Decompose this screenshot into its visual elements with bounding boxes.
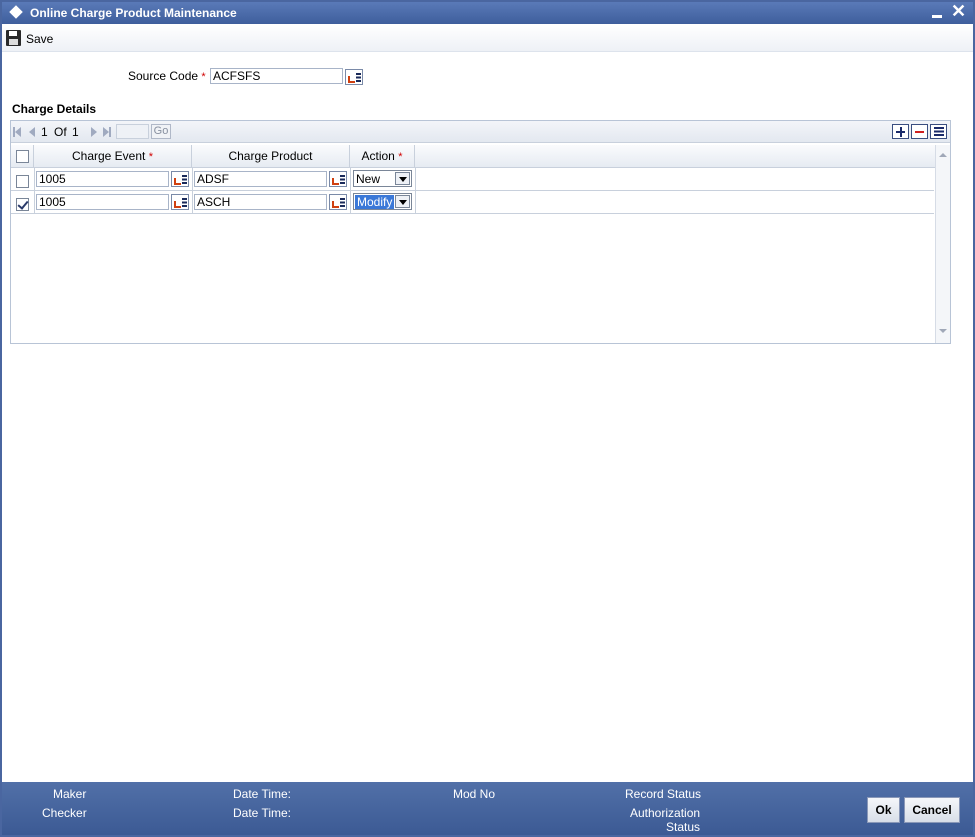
minimize-icon[interactable] — [932, 15, 942, 18]
checker-date-time-label: Date Time: — [233, 806, 292, 820]
delete-row-button[interactable] — [911, 124, 928, 139]
column-header-charge-product[interactable]: Charge Product — [192, 145, 350, 168]
grid-pager: 1 Of 1 Go — [11, 121, 950, 143]
record-status-label: Record Status — [625, 787, 702, 801]
delete-row-icon — [915, 131, 924, 133]
single-view-icon — [934, 127, 944, 137]
authorization-label: Authorization — [630, 806, 701, 820]
single-view-button[interactable] — [930, 124, 947, 139]
maker-label: Maker — [53, 787, 87, 801]
ok-button[interactable]: Ok — [867, 797, 900, 823]
grid-vertical-scrollbar[interactable] — [935, 145, 950, 343]
save-label: Save — [26, 32, 54, 46]
lov-icon — [332, 178, 339, 185]
lov-icon — [174, 201, 181, 208]
source-code-label-text: Source Code — [128, 69, 199, 83]
pager-current: 1 — [41, 125, 48, 139]
action-value: Modify — [355, 195, 395, 209]
charge-event-header-label: Charge Event — [71, 149, 146, 163]
charge-event-lov-button[interactable] — [171, 194, 189, 210]
scroll-up-icon[interactable] — [939, 153, 947, 157]
action-select[interactable]: Modify — [353, 193, 412, 210]
charge-details-grid: 1 Of 1 Go Charge Event * Charge Product … — [10, 120, 951, 344]
charge-product-window: Online Charge Product Maintenance ✕ Save… — [0, 0, 975, 837]
checker-label: Checker — [42, 806, 87, 820]
charge-details-title: Charge Details — [12, 102, 97, 116]
toolbar: Save — [2, 24, 973, 52]
dropdown-icon[interactable] — [395, 195, 410, 208]
audit-footer: Maker Checker Date Time: Date Time: Mod … — [2, 782, 973, 835]
select-all-checkbox[interactable] — [16, 150, 29, 163]
pager-total: 1 — [72, 125, 79, 139]
title-bar: Online Charge Product Maintenance ✕ — [2, 1, 973, 24]
required-mark: * — [398, 151, 403, 163]
window-title: Online Charge Product Maintenance — [30, 6, 237, 20]
dropdown-icon[interactable] — [395, 172, 410, 185]
pager-of: Of — [54, 125, 67, 139]
diamond-icon — [9, 5, 23, 19]
header-filler — [415, 145, 935, 168]
source-code-input[interactable] — [210, 68, 343, 84]
lov-icon — [174, 178, 181, 185]
action-select[interactable]: New — [353, 170, 412, 187]
charge-event-input[interactable] — [36, 194, 169, 210]
action-value: New — [356, 172, 381, 186]
page-number-input[interactable] — [116, 124, 149, 139]
required-mark: * — [201, 71, 206, 83]
scroll-down-icon[interactable] — [939, 329, 947, 333]
column-header-action[interactable]: Action * — [350, 145, 415, 168]
add-row-button[interactable] — [892, 124, 909, 139]
row-checkbox[interactable] — [16, 175, 29, 188]
charge-product-lov-button[interactable] — [329, 171, 347, 187]
charge-product-input[interactable] — [194, 171, 327, 187]
authorization-status-label: Status — [666, 820, 701, 834]
save-icon — [6, 30, 21, 46]
charge-product-lov-button[interactable] — [329, 194, 347, 210]
first-page-icon[interactable] — [15, 127, 21, 137]
maker-date-time-label: Date Time: — [233, 787, 292, 801]
mod-no-label: Mod No — [453, 787, 496, 801]
header-select-all — [11, 145, 34, 168]
prev-page-icon[interactable] — [29, 127, 35, 137]
row-checkbox[interactable] — [16, 198, 29, 211]
source-code-label: Source Code * — [128, 69, 206, 83]
charge-product-input[interactable] — [194, 194, 327, 210]
column-header-charge-event[interactable]: Charge Event * — [34, 145, 192, 168]
required-mark: * — [148, 151, 153, 163]
charge-event-lov-button[interactable] — [171, 171, 189, 187]
go-button[interactable]: Go — [151, 124, 171, 139]
lov-icon — [348, 76, 355, 83]
lov-icon — [332, 201, 339, 208]
table-row: Modify — [11, 191, 934, 214]
charge-product-header-label: Charge Product — [228, 149, 313, 163]
table-row: New — [11, 168, 934, 191]
action-header-label: Action — [361, 149, 395, 163]
cancel-button[interactable]: Cancel — [904, 797, 960, 823]
next-page-icon[interactable] — [91, 127, 97, 137]
source-code-lov-button[interactable] — [345, 69, 363, 85]
close-icon[interactable]: ✕ — [951, 1, 966, 21]
charge-event-input[interactable] — [36, 171, 169, 187]
